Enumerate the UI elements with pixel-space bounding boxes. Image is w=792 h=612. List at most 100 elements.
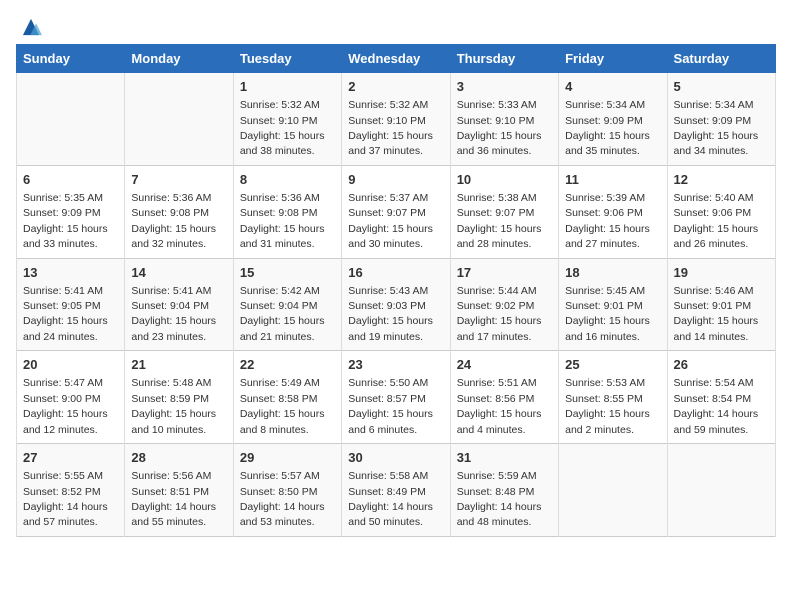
day-info: Sunrise: 5:49 AM Sunset: 8:58 PM Dayligh… — [240, 377, 325, 435]
day-number: 12 — [674, 171, 769, 189]
calendar-cell: 26 Sunrise: 5:54 AM Sunset: 8:54 PM Dayli… — [667, 351, 775, 444]
calendar-cell — [125, 73, 233, 166]
day-info: Sunrise: 5:53 AM Sunset: 8:55 PM Dayligh… — [565, 377, 650, 435]
day-info: Sunrise: 5:44 AM Sunset: 9:02 PM Dayligh… — [457, 285, 542, 343]
calendar-cell: 30Sunrise: 5:58 AM Sunset: 8:49 PM Dayli… — [342, 444, 450, 537]
logo-icon — [20, 16, 42, 38]
day-info: Sunrise: 5:36 AM Sunset: 9:08 PM Dayligh… — [240, 192, 325, 250]
calendar-cell — [559, 444, 667, 537]
calendar-week-row: 20 Sunrise: 5:47 AM Sunset: 9:00 PM Dayli… — [17, 351, 776, 444]
day-number: 28 — [131, 449, 226, 467]
day-info: Sunrise: 5:56 AM Sunset: 8:51 PM Dayligh… — [131, 470, 216, 528]
calendar-cell: 7 Sunrise: 5:36 AM Sunset: 9:08 PM Daylig… — [125, 165, 233, 258]
day-number: 11 — [565, 171, 660, 189]
day-number: 15 — [240, 264, 335, 282]
day-info: Sunrise: 5:51 AM Sunset: 8:56 PM Dayligh… — [457, 377, 542, 435]
calendar-week-row: 13 Sunrise: 5:41 AM Sunset: 9:05 PM Dayli… — [17, 258, 776, 351]
calendar-cell: 2 Sunrise: 5:32 AM Sunset: 9:10 PM Daylig… — [342, 73, 450, 166]
day-info: Sunrise: 5:57 AM Sunset: 8:50 PM Dayligh… — [240, 470, 325, 528]
calendar-cell: 5Sunrise: 5:34 AM Sunset: 9:09 PM Daylig… — [667, 73, 775, 166]
calendar-week-row: 6 Sunrise: 5:35 AM Sunset: 9:09 PM Daylig… — [17, 165, 776, 258]
calendar-cell: 19 Sunrise: 5:46 AM Sunset: 9:01 PM Dayli… — [667, 258, 775, 351]
calendar-week-row: 27 Sunrise: 5:55 AM Sunset: 8:52 PM Dayli… — [17, 444, 776, 537]
day-info: Sunrise: 5:59 AM Sunset: 8:48 PM Dayligh… — [457, 470, 542, 528]
day-number: 31 — [457, 449, 552, 467]
day-number: 10 — [457, 171, 552, 189]
day-info: Sunrise: 5:54 AM Sunset: 8:54 PM Dayligh… — [674, 377, 759, 435]
day-info: Sunrise: 5:55 AM Sunset: 8:52 PM Dayligh… — [23, 470, 108, 528]
calendar-cell: 21Sunrise: 5:48 AM Sunset: 8:59 PM Dayli… — [125, 351, 233, 444]
day-number: 24 — [457, 356, 552, 374]
calendar-table: SundayMondayTuesdayWednesdayThursdayFrid… — [16, 44, 776, 537]
calendar-header: SundayMondayTuesdayWednesdayThursdayFrid… — [17, 45, 776, 73]
weekday-header-sunday: Sunday — [17, 45, 125, 73]
calendar-cell: 29 Sunrise: 5:57 AM Sunset: 8:50 PM Dayli… — [233, 444, 341, 537]
day-info: Sunrise: 5:45 AM Sunset: 9:01 PM Dayligh… — [565, 285, 650, 343]
calendar-cell: 23 Sunrise: 5:50 AM Sunset: 8:57 PM Dayli… — [342, 351, 450, 444]
day-number: 13 — [23, 264, 118, 282]
calendar-cell: 22 Sunrise: 5:49 AM Sunset: 8:58 PM Dayli… — [233, 351, 341, 444]
day-number: 7 — [131, 171, 226, 189]
weekday-header-monday: Monday — [125, 45, 233, 73]
day-number: 5 — [674, 78, 769, 96]
calendar-cell: 27 Sunrise: 5:55 AM Sunset: 8:52 PM Dayli… — [17, 444, 125, 537]
day-number: 8 — [240, 171, 335, 189]
day-info: Sunrise: 5:42 AM Sunset: 9:04 PM Dayligh… — [240, 285, 325, 343]
calendar-cell: 25Sunrise: 5:53 AM Sunset: 8:55 PM Dayli… — [559, 351, 667, 444]
weekday-header-thursday: Thursday — [450, 45, 558, 73]
calendar-cell: 11Sunrise: 5:39 AM Sunset: 9:06 PM Dayli… — [559, 165, 667, 258]
day-info: Sunrise: 5:32 AM Sunset: 9:10 PM Dayligh… — [240, 99, 325, 157]
calendar-cell: 24 Sunrise: 5:51 AM Sunset: 8:56 PM Dayli… — [450, 351, 558, 444]
day-number: 22 — [240, 356, 335, 374]
day-number: 18 — [565, 264, 660, 282]
day-number: 23 — [348, 356, 443, 374]
day-number: 6 — [23, 171, 118, 189]
day-number: 9 — [348, 171, 443, 189]
calendar-cell: 10 Sunrise: 5:38 AM Sunset: 9:07 PM Dayli… — [450, 165, 558, 258]
calendar-cell: 6 Sunrise: 5:35 AM Sunset: 9:09 PM Daylig… — [17, 165, 125, 258]
weekday-header-wednesday: Wednesday — [342, 45, 450, 73]
day-number: 26 — [674, 356, 769, 374]
calendar-cell — [17, 73, 125, 166]
day-info: Sunrise: 5:47 AM Sunset: 9:00 PM Dayligh… — [23, 377, 108, 435]
day-number: 2 — [348, 78, 443, 96]
day-info: Sunrise: 5:33 AM Sunset: 9:10 PM Dayligh… — [457, 99, 542, 157]
day-number: 17 — [457, 264, 552, 282]
day-info: Sunrise: 5:46 AM Sunset: 9:01 PM Dayligh… — [674, 285, 759, 343]
day-info: Sunrise: 5:38 AM Sunset: 9:07 PM Dayligh… — [457, 192, 542, 250]
calendar-cell: 16Sunrise: 5:43 AM Sunset: 9:03 PM Dayli… — [342, 258, 450, 351]
weekday-header-row: SundayMondayTuesdayWednesdayThursdayFrid… — [17, 45, 776, 73]
calendar-cell: 1 Sunrise: 5:32 AM Sunset: 9:10 PM Daylig… — [233, 73, 341, 166]
calendar-cell: 3 Sunrise: 5:33 AM Sunset: 9:10 PM Daylig… — [450, 73, 558, 166]
calendar-cell: 9Sunrise: 5:37 AM Sunset: 9:07 PM Daylig… — [342, 165, 450, 258]
page-header — [16, 16, 776, 38]
calendar-cell: 15 Sunrise: 5:42 AM Sunset: 9:04 PM Dayli… — [233, 258, 341, 351]
calendar-body: 1 Sunrise: 5:32 AM Sunset: 9:10 PM Daylig… — [17, 73, 776, 537]
day-number: 20 — [23, 356, 118, 374]
calendar-cell: 12Sunrise: 5:40 AM Sunset: 9:06 PM Dayli… — [667, 165, 775, 258]
calendar-cell: 14Sunrise: 5:41 AM Sunset: 9:04 PM Dayli… — [125, 258, 233, 351]
calendar-cell: 4Sunrise: 5:34 AM Sunset: 9:09 PM Daylig… — [559, 73, 667, 166]
calendar-cell: 28 Sunrise: 5:56 AM Sunset: 8:51 PM Dayli… — [125, 444, 233, 537]
day-number: 29 — [240, 449, 335, 467]
weekday-header-saturday: Saturday — [667, 45, 775, 73]
day-number: 27 — [23, 449, 118, 467]
day-info: Sunrise: 5:50 AM Sunset: 8:57 PM Dayligh… — [348, 377, 433, 435]
day-info: Sunrise: 5:41 AM Sunset: 9:05 PM Dayligh… — [23, 285, 108, 343]
day-info: Sunrise: 5:36 AM Sunset: 9:08 PM Dayligh… — [131, 192, 216, 250]
day-number: 3 — [457, 78, 552, 96]
calendar-cell: 20 Sunrise: 5:47 AM Sunset: 9:00 PM Dayli… — [17, 351, 125, 444]
calendar-week-row: 1 Sunrise: 5:32 AM Sunset: 9:10 PM Daylig… — [17, 73, 776, 166]
calendar-cell — [667, 444, 775, 537]
day-info: Sunrise: 5:32 AM Sunset: 9:10 PM Dayligh… — [348, 99, 433, 157]
logo — [16, 16, 42, 38]
day-number: 14 — [131, 264, 226, 282]
calendar-cell: 17 Sunrise: 5:44 AM Sunset: 9:02 PM Dayli… — [450, 258, 558, 351]
day-info: Sunrise: 5:34 AM Sunset: 9:09 PM Dayligh… — [565, 99, 650, 157]
day-number: 30 — [348, 449, 443, 467]
calendar-cell: 8 Sunrise: 5:36 AM Sunset: 9:08 PM Daylig… — [233, 165, 341, 258]
weekday-header-tuesday: Tuesday — [233, 45, 341, 73]
day-number: 19 — [674, 264, 769, 282]
day-number: 1 — [240, 78, 335, 96]
day-info: Sunrise: 5:35 AM Sunset: 9:09 PM Dayligh… — [23, 192, 108, 250]
